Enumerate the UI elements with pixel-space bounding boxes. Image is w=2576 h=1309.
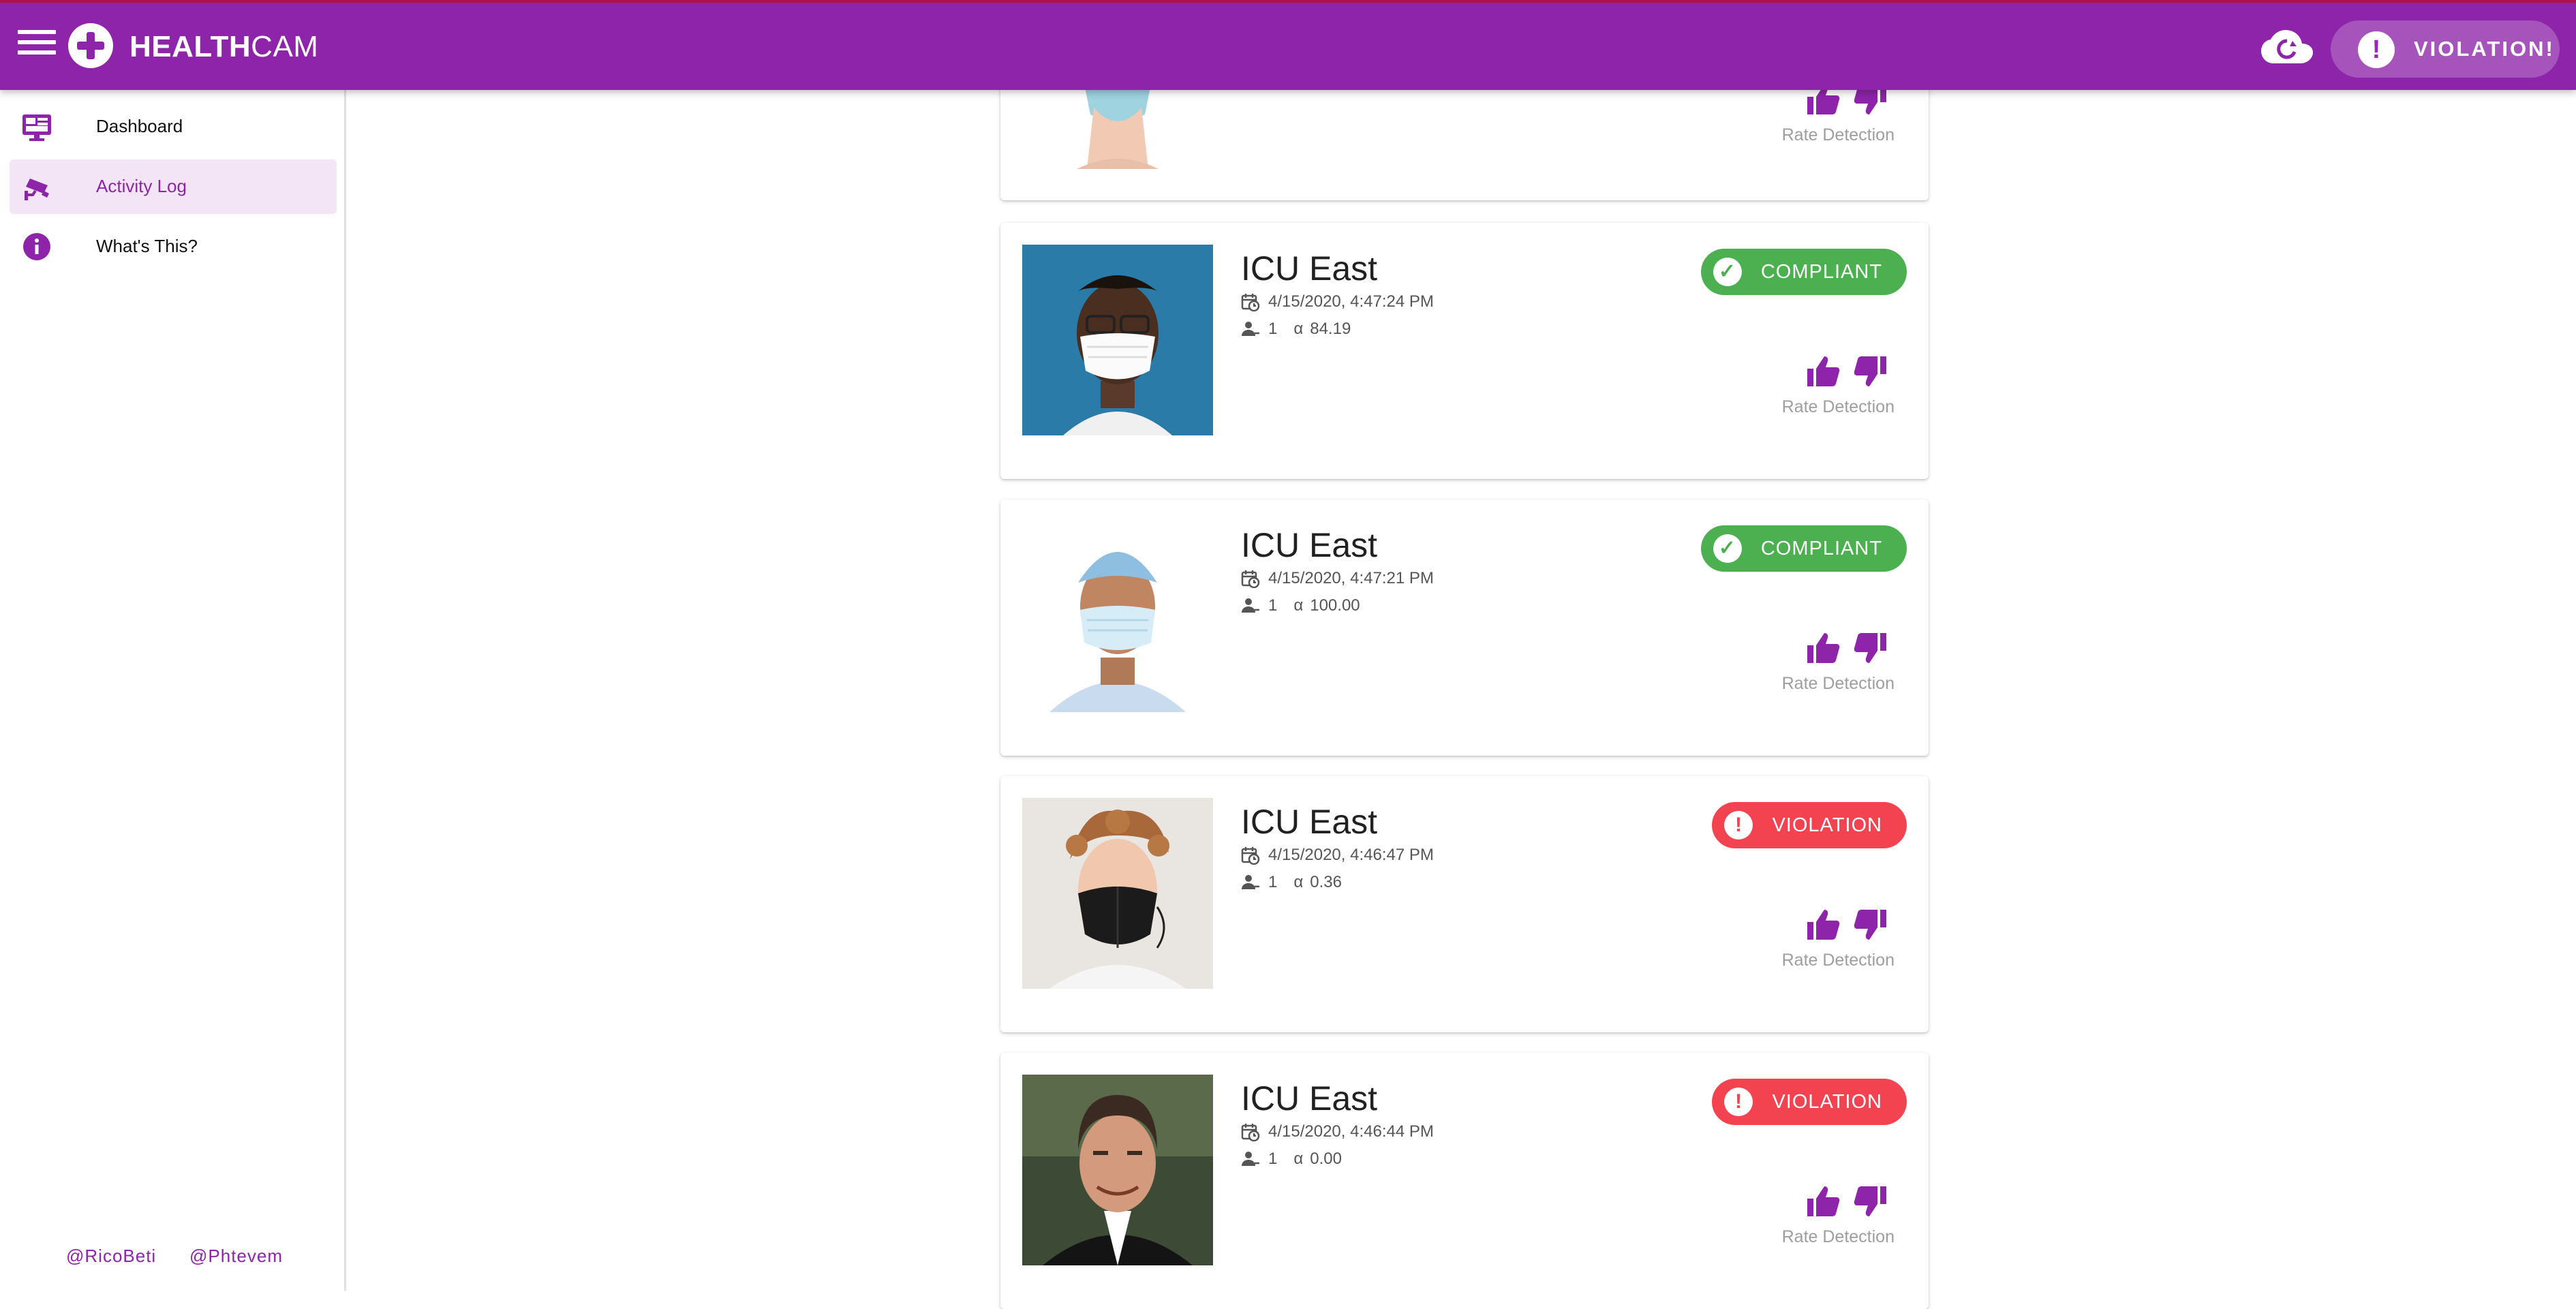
alpha-symbol: α bbox=[1293, 596, 1304, 615]
alpha-symbol: α bbox=[1293, 320, 1304, 338]
cctv-camera-icon bbox=[25, 179, 49, 200]
calendar-clock-icon bbox=[1241, 294, 1260, 311]
check-circle-icon: ✓ bbox=[1713, 534, 1742, 563]
alpha-symbol: α bbox=[1293, 873, 1304, 891]
status-label: COMPLIANT bbox=[1760, 261, 1882, 283]
thumbs-down-icon[interactable] bbox=[1854, 355, 1888, 388]
entry-location: ICU East bbox=[1241, 1079, 1378, 1118]
log-entry-card: ICU East 4/15/2020, 4:47:21 PM 1 α 100.0… bbox=[1000, 499, 1929, 756]
entry-location: ICU East bbox=[1241, 803, 1378, 841]
status-badge-compliant: ✓ COMPLIANT bbox=[1700, 249, 1907, 295]
status-label: VIOLATION bbox=[1772, 1091, 1882, 1113]
detection-photo bbox=[1022, 1075, 1213, 1265]
alpha-symbol: α bbox=[1293, 1150, 1304, 1168]
rate-detection-label: Rate Detection bbox=[1781, 125, 1895, 144]
thumbs-down-icon[interactable] bbox=[1854, 908, 1888, 941]
entry-stats-row: 1 α 0.00 bbox=[1241, 1150, 1342, 1169]
rate-detection-label: Rate Detection bbox=[1781, 951, 1895, 970]
rate-detection-label: Rate Detection bbox=[1781, 1227, 1895, 1246]
alert-circle-icon: ! bbox=[1724, 1088, 1753, 1116]
sidebar: Dashboard Activity Log What's This? @Ric… bbox=[0, 90, 346, 1291]
entry-person-count: 1 bbox=[1268, 596, 1278, 615]
rate-detection-label: Rate Detection bbox=[1781, 674, 1895, 693]
thumbs-down-icon[interactable] bbox=[1854, 632, 1888, 664]
health-cross-logo-icon bbox=[68, 23, 113, 68]
thumbs-up-icon[interactable] bbox=[1806, 1185, 1840, 1218]
thumbs-up-icon[interactable] bbox=[1806, 355, 1840, 388]
rating-controls bbox=[1806, 1185, 1886, 1219]
status-badge-violation: ! VIOLATION bbox=[1712, 1079, 1907, 1125]
entry-timestamp: 4/15/2020, 4:47:24 PM bbox=[1268, 292, 1434, 311]
calendar-clock-icon bbox=[1241, 847, 1260, 865]
thumbs-up-icon[interactable] bbox=[1806, 908, 1840, 941]
sidebar-item-label: Dashboard bbox=[96, 116, 183, 136]
monitor-dashboard-icon bbox=[22, 114, 51, 141]
sidebar-item-whats-this[interactable]: What's This? bbox=[10, 219, 337, 274]
entry-confidence: 0.00 bbox=[1310, 1150, 1342, 1168]
sidebar-item-dashboard[interactable]: Dashboard bbox=[10, 99, 337, 154]
log-entry-card: ICU East 4/15/2020, 4:46:47 PM 1 α 0.36 … bbox=[1000, 776, 1929, 1032]
entry-location: ICU East bbox=[1241, 249, 1378, 288]
thumbs-up-icon[interactable] bbox=[1806, 632, 1840, 664]
info-icon bbox=[23, 233, 50, 260]
entry-timestamp-row: 4/15/2020, 4:46:44 PM bbox=[1241, 1122, 1434, 1141]
status-label: VIOLATION bbox=[1772, 814, 1882, 836]
app-title: HEALTHCAM bbox=[129, 30, 319, 63]
detection-photo bbox=[1022, 798, 1213, 989]
entry-person-count: 1 bbox=[1268, 873, 1278, 891]
footer-link-phtevem[interactable]: @Phtevem bbox=[189, 1246, 283, 1267]
violation-alert-label: VIOLATION! bbox=[2414, 37, 2555, 61]
sidebar-item-activity-log[interactable]: Activity Log bbox=[10, 159, 337, 214]
detection-photo bbox=[1022, 245, 1213, 435]
violation-alert-button[interactable]: ! VIOLATION! bbox=[2331, 20, 2560, 78]
calendar-clock-icon bbox=[1241, 570, 1260, 588]
person-count-icon bbox=[1242, 875, 1259, 889]
footer-link-ricobeti[interactable]: @RicoBeti bbox=[66, 1246, 156, 1267]
entry-person-count: 1 bbox=[1268, 320, 1278, 338]
entry-timestamp-row: 4/15/2020, 4:47:24 PM bbox=[1241, 292, 1434, 311]
entry-confidence: 84.19 bbox=[1310, 320, 1351, 338]
person-count-icon bbox=[1242, 322, 1259, 336]
entry-stats-row: 1 α 84.19 bbox=[1241, 320, 1351, 339]
person-count-icon bbox=[1242, 598, 1259, 613]
status-label: COMPLIANT bbox=[1760, 538, 1882, 559]
check-circle-icon: ✓ bbox=[1713, 258, 1742, 286]
log-entry-card: ICU East 4/15/2020, 4:46:44 PM 1 α 0.00 … bbox=[1000, 1053, 1929, 1309]
entry-timestamp: 4/15/2020, 4:46:47 PM bbox=[1268, 846, 1434, 864]
status-badge-violation: ! VIOLATION bbox=[1712, 802, 1907, 848]
rate-detection-label: Rate Detection bbox=[1781, 397, 1895, 416]
entry-person-count: 1 bbox=[1268, 1150, 1278, 1168]
app-bar: HEALTHCAM ! VIOLATION! bbox=[0, 0, 2576, 90]
entry-timestamp-row: 4/15/2020, 4:47:21 PM bbox=[1241, 569, 1434, 588]
entry-stats-row: 1 α 0.36 bbox=[1241, 873, 1342, 892]
sidebar-item-label: Activity Log bbox=[96, 176, 187, 196]
entry-confidence: 100.00 bbox=[1310, 596, 1360, 615]
person-count-icon bbox=[1242, 1152, 1259, 1166]
rating-controls bbox=[1806, 632, 1886, 666]
menu-icon[interactable] bbox=[18, 30, 56, 63]
entry-stats-row: 1 α 100.00 bbox=[1241, 596, 1360, 615]
log-entry-card: ICU East 4/15/2020, 4:47:24 PM 1 α 84.19… bbox=[1000, 223, 1929, 479]
cloud-sync-icon[interactable] bbox=[2261, 26, 2313, 68]
rating-controls bbox=[1806, 908, 1886, 942]
alert-circle-icon: ! bbox=[1724, 811, 1753, 840]
entry-location: ICU East bbox=[1241, 526, 1378, 564]
status-badge-compliant: ✓ COMPLIANT bbox=[1700, 525, 1907, 572]
calendar-clock-icon bbox=[1241, 1124, 1260, 1141]
entry-confidence: 0.36 bbox=[1310, 873, 1342, 891]
entry-timestamp-row: 4/15/2020, 4:46:47 PM bbox=[1241, 846, 1434, 865]
rating-controls bbox=[1806, 355, 1886, 389]
entry-timestamp: 4/15/2020, 4:46:44 PM bbox=[1268, 1122, 1434, 1141]
detection-photo bbox=[1022, 521, 1213, 712]
thumbs-down-icon[interactable] bbox=[1854, 1185, 1888, 1218]
sidebar-item-label: What's This? bbox=[96, 236, 198, 256]
entry-timestamp: 4/15/2020, 4:47:21 PM bbox=[1268, 569, 1434, 587]
alert-icon: ! bbox=[2358, 31, 2395, 68]
